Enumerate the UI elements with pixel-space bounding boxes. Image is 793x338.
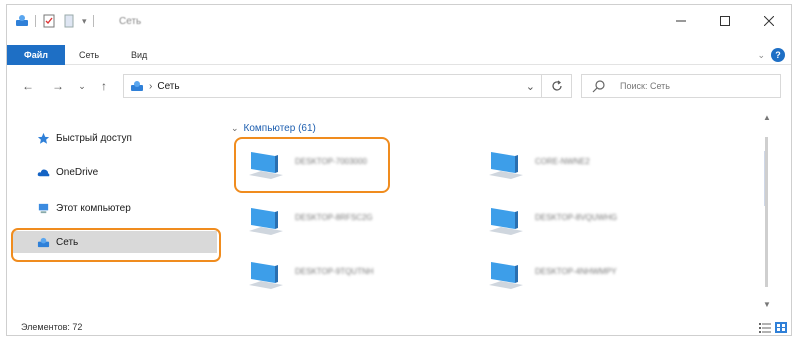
maximize-button[interactable] (703, 5, 747, 37)
close-button[interactable] (747, 5, 791, 37)
computer-icon (38, 203, 49, 213)
refresh-button[interactable] (542, 74, 572, 98)
group-header-computers[interactable]: ⌄ Компьютер (61) (231, 123, 316, 134)
list-item[interactable]: DESKTOP-8VQUWHG (471, 197, 701, 245)
close-icon (764, 16, 774, 26)
quick-access-toolbar: ▾ (15, 14, 94, 28)
star-icon (37, 132, 50, 144)
forward-arrow-icon[interactable]: → (51, 79, 65, 93)
properties-icon[interactable] (42, 14, 56, 28)
up-arrow-icon[interactable]: ↑ (97, 79, 111, 93)
expand-ribbon-chevron-icon[interactable]: ⌄ (757, 50, 765, 61)
customize-chevron-icon[interactable]: ▾ (82, 16, 87, 27)
divider (35, 15, 36, 27)
large-icons-view-icon[interactable] (775, 322, 787, 333)
address-bar[interactable]: › Сеть ⌄ (123, 74, 542, 98)
navigation-bar: ← → ⌄ ↑ › Сеть ⌄ Поиск: Сеть (7, 71, 791, 101)
help-icon[interactable]: ? (771, 48, 785, 62)
explorer-window: ▾ Сеть Файл Сеть Вид ⌄ ? ← → ⌄ ↑ › Сеть … (6, 4, 792, 336)
scroll-down-arrow-icon[interactable]: ▼ (763, 300, 771, 309)
item-name: CORE-NWNE2 (535, 157, 590, 166)
network-icon (16, 15, 28, 26)
list-item[interactable]: DESKTOP-8RFSC2G (231, 197, 461, 245)
details-view-icon[interactable] (759, 322, 771, 333)
computer-icon (489, 262, 523, 289)
file-list: ⌄ Компьютер (61) DESKTOP-7003000 CORE-NW… (219, 111, 774, 311)
group-header-label: Компьютер (61) (243, 123, 316, 134)
sidebar-item-label: Этот компьютер (56, 202, 131, 214)
computer-icon (489, 208, 523, 235)
window-controls (659, 5, 791, 37)
recent-locations-chevron-icon[interactable]: ⌄ (75, 79, 89, 93)
list-item[interactable]: DESKTOP-9TQUTNH (231, 251, 461, 299)
computer-icon (249, 262, 283, 289)
title-bar: ▾ Сеть (7, 5, 791, 37)
list-item[interactable]: DESKTOP-4NHWMPY (471, 251, 701, 299)
search-placeholder: Поиск: Сеть (620, 81, 670, 91)
sidebar-item-this-pc[interactable]: Этот компьютер (11, 197, 217, 219)
selection-highlight (11, 228, 221, 262)
network-icon (131, 81, 143, 91)
tab-file[interactable]: Файл (7, 45, 65, 65)
cloud-icon (37, 169, 50, 176)
window-title: Сеть (119, 16, 142, 27)
minimize-icon (676, 20, 686, 22)
search-icon (592, 80, 605, 93)
breadcrumb-separator-icon: › (149, 80, 153, 92)
scrollbar-thumb[interactable] (765, 137, 768, 287)
item-name: DESKTOP-4NHWMPY (535, 267, 617, 276)
divider (92, 15, 94, 27)
vertical-scrollbar[interactable]: ▲ ▼ (760, 111, 774, 311)
new-folder-icon[interactable] (62, 14, 76, 28)
sidebar-item-label: Быстрый доступ (56, 132, 132, 144)
computer-icon (249, 208, 283, 235)
selection-highlight (234, 137, 390, 193)
refresh-icon (551, 80, 562, 91)
view-switcher (759, 322, 787, 333)
address-history-chevron-icon[interactable]: ⌄ (526, 80, 535, 93)
back-arrow-icon[interactable]: ← (21, 79, 35, 93)
breadcrumb-item-network[interactable]: Сеть (157, 81, 179, 92)
sidebar-item-quick-access[interactable]: Быстрый доступ (11, 127, 217, 149)
list-item[interactable]: CORE-NWNE2 (471, 141, 701, 189)
item-name: DESKTOP-8RFSC2G (295, 213, 373, 222)
collapse-chevron-icon: ⌄ (231, 123, 239, 133)
scroll-up-arrow-icon[interactable]: ▲ (763, 113, 771, 122)
ribbon-tabs: Файл Сеть Вид ⌄ ? (7, 45, 791, 65)
tab-view[interactable]: Вид (121, 45, 157, 65)
item-name: DESKTOP-9TQUTNH (295, 267, 374, 276)
item-count: Элементов: 72 (21, 322, 83, 332)
item-name: DESKTOP-8VQUWHG (535, 213, 618, 222)
sidebar-item-onedrive[interactable]: OneDrive (11, 161, 217, 183)
tab-network[interactable]: Сеть (69, 45, 109, 65)
minimize-button[interactable] (659, 5, 703, 37)
navigation-pane: Быстрый доступ OneDrive Этот компьютер С… (7, 111, 221, 311)
maximize-icon (720, 16, 730, 26)
breadcrumb: › Сеть (130, 80, 180, 92)
sidebar-item-label: OneDrive (56, 166, 99, 178)
search-input[interactable]: Поиск: Сеть (581, 74, 781, 98)
ribbon-right: ⌄ ? (757, 48, 785, 62)
computer-icon (489, 152, 523, 179)
status-bar: Элементов: 72 (7, 319, 791, 337)
